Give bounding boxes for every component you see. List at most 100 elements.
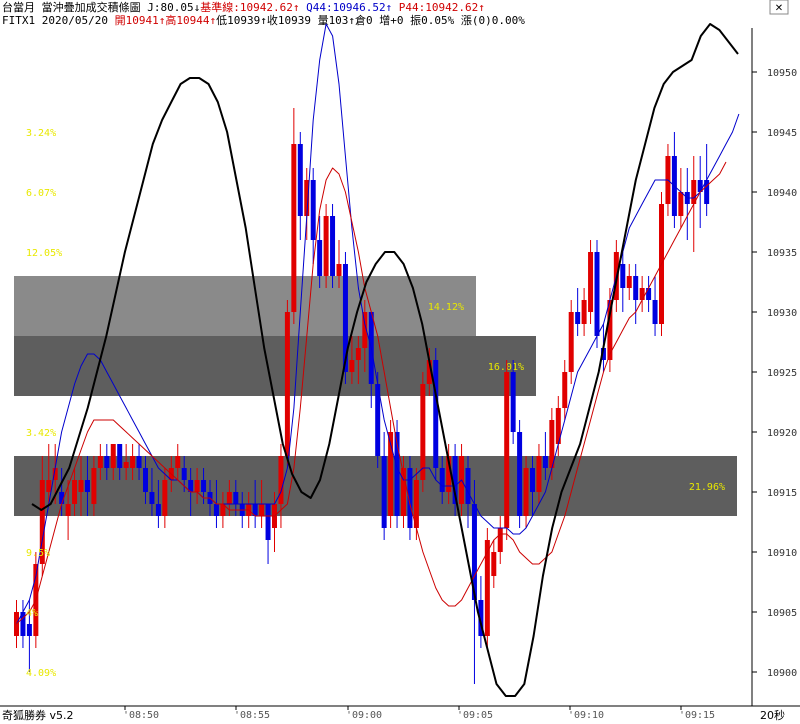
candle-body (317, 240, 323, 276)
candle-body (65, 504, 71, 516)
side-percent-label: 3.24% (26, 128, 56, 139)
y-tick-label: 10940 (767, 188, 797, 199)
header-line-2: FITX1 2020/05/20 開10941↑高10944↑低10939↑收1… (2, 13, 525, 27)
candle-body (97, 456, 103, 468)
y-tick-label: 10945 (767, 128, 797, 139)
header-segment: Q44:10946.52↑ (299, 1, 392, 14)
candle (484, 528, 490, 648)
candle-body (117, 444, 123, 468)
candle-body (562, 372, 568, 408)
header-segment: 開10941↑ (115, 14, 166, 27)
candle (284, 300, 290, 468)
header-segment: 基準線:10942.62↑ (200, 0, 299, 14)
y-tick-label: 10905 (767, 608, 797, 619)
interval-label[interactable]: 20秒 (760, 708, 785, 722)
y-tick-label: 10915 (767, 488, 797, 499)
candle-body (523, 468, 529, 516)
candle (323, 204, 329, 288)
candle-body (652, 300, 658, 324)
candle-body (568, 312, 574, 372)
x-tick-label: '09:15 (679, 710, 715, 721)
candle-body (155, 504, 161, 516)
header-segment: 高10944↑ (165, 13, 216, 27)
app-version-label: 奇狐勝券 v5.2 (2, 708, 74, 722)
candle-body (542, 456, 548, 468)
candle-body (588, 252, 594, 312)
header-segment: FITX1 2020/05/20 (2, 14, 115, 27)
candle-body (439, 468, 445, 492)
side-percent-label: 6.07% (26, 188, 56, 199)
volume-profile-band (14, 456, 737, 516)
candle (433, 348, 439, 480)
candle-body (72, 480, 78, 504)
candle-body (143, 468, 148, 492)
side-percent-label: 4.09% (26, 668, 56, 679)
candle-body (639, 288, 645, 300)
y-tick-label: 10925 (767, 368, 797, 379)
side-percent-label: 12.05% (26, 248, 62, 259)
side-percent-label: 4% (26, 608, 38, 619)
candle-body (194, 480, 200, 492)
candle-body (536, 456, 542, 492)
candle-body (213, 504, 219, 516)
candle-body (330, 216, 336, 276)
candle-body (181, 468, 187, 480)
volume-profile-label: 21.96% (689, 482, 725, 493)
candle-body (233, 492, 239, 504)
candle-body (633, 276, 639, 300)
candle-body (497, 528, 503, 552)
x-tick-label: '09:05 (457, 710, 493, 721)
candle-body (259, 504, 265, 516)
candle (504, 360, 510, 540)
candlestick-chart: 台當月 當沖疊加成交積條圖 J:80.05↓基準線:10942.62↑ Q44:… (0, 0, 800, 724)
candle-body (78, 480, 84, 492)
candle-body (420, 384, 426, 480)
candle (568, 300, 574, 384)
candle-body (620, 264, 626, 288)
candle-body (433, 360, 439, 468)
candle-body (226, 492, 232, 504)
candle-body (104, 456, 110, 468)
candle-body (46, 480, 52, 492)
close-icon[interactable]: ✕ (775, 3, 783, 14)
candle-body (646, 288, 652, 300)
close-button[interactable]: ✕ (769, 0, 789, 15)
candle-body (91, 468, 97, 504)
volume-profile-label: 16.01% (488, 362, 524, 373)
candle-body (130, 456, 136, 468)
candle-body (626, 276, 632, 288)
candle-body (491, 552, 497, 576)
candle-body (594, 252, 600, 336)
candle-body (510, 372, 516, 432)
candle-body (381, 456, 387, 528)
x-tick-label: '08:50 (123, 710, 159, 721)
volume-profile-band (14, 276, 476, 336)
candle (420, 372, 426, 492)
y-tick-label: 10935 (767, 248, 797, 259)
candle (517, 420, 523, 528)
candle-body (175, 456, 181, 468)
candle (330, 204, 336, 288)
volume-profile-label: 14.12% (428, 302, 464, 313)
candle-body (123, 462, 129, 468)
candle (588, 240, 594, 324)
candle-body (162, 480, 168, 516)
y-tick-label: 10930 (767, 308, 797, 319)
y-tick-label: 10920 (767, 428, 797, 439)
side-percent-label: 3.42% (26, 428, 56, 439)
candle-body (84, 480, 90, 492)
candle-body (465, 468, 471, 504)
header-segment: P44:10942.62↑ (392, 1, 485, 14)
candle-body (297, 144, 303, 216)
candle-body (355, 348, 361, 360)
x-tick-label: '09:10 (568, 710, 604, 721)
candle-body (349, 360, 355, 372)
y-tick-label: 10910 (767, 548, 797, 559)
candle-body (504, 372, 510, 528)
candle-body (517, 432, 523, 516)
candle-body (136, 456, 142, 468)
x-tick-label: '08:55 (234, 710, 270, 721)
y-tick-label: 10900 (767, 668, 797, 679)
candle-body (201, 480, 207, 492)
candle-body (149, 492, 155, 504)
